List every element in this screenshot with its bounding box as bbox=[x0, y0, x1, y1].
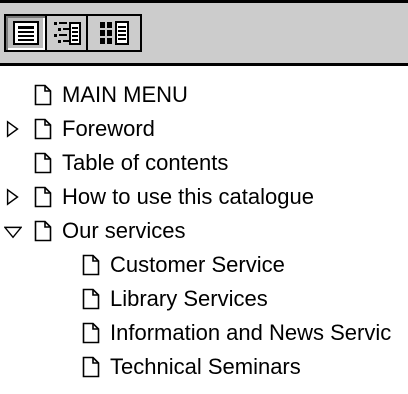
bookmark-item[interactable]: Table of contents bbox=[0, 146, 408, 180]
outline-view-button[interactable] bbox=[47, 16, 88, 50]
bookmark-label[interactable]: MAIN MENU bbox=[62, 82, 188, 108]
document-icon bbox=[82, 356, 100, 378]
collapse-triangle-icon[interactable] bbox=[4, 221, 22, 241]
bookmark-label[interactable]: Customer Service bbox=[110, 252, 285, 278]
view-button-group bbox=[4, 14, 142, 52]
thumbnail-view-button[interactable] bbox=[88, 16, 140, 50]
document-icon bbox=[82, 288, 100, 310]
document-icon bbox=[34, 152, 52, 174]
outline-view-icon bbox=[53, 22, 81, 45]
document-icon bbox=[34, 186, 52, 208]
bookmark-label[interactable]: Table of contents bbox=[62, 150, 228, 176]
single-page-view-button[interactable] bbox=[6, 16, 47, 50]
document-icon bbox=[82, 322, 100, 344]
view-toolbar bbox=[0, 0, 408, 66]
bookmark-item[interactable]: Library Services bbox=[0, 282, 408, 316]
bookmark-label[interactable]: Library Services bbox=[110, 286, 268, 312]
bookmark-label[interactable]: Foreword bbox=[62, 116, 155, 142]
bookmark-item[interactable]: How to use this catalogue bbox=[0, 180, 408, 214]
document-icon bbox=[82, 254, 100, 276]
document-icon bbox=[34, 118, 52, 140]
document-icon bbox=[34, 220, 52, 242]
bookmark-item[interactable]: Customer Service bbox=[0, 248, 408, 282]
bookmark-label[interactable]: Our services bbox=[62, 218, 185, 244]
bookmark-item[interactable]: Our services bbox=[0, 214, 408, 248]
thumbnail-view-icon bbox=[100, 21, 129, 45]
bookmark-item[interactable]: MAIN MENU bbox=[0, 78, 408, 112]
bookmark-label[interactable]: Information and News Servic bbox=[110, 320, 391, 346]
bookmarks-panel: MAIN MENU Foreword Table of contents How to… bbox=[0, 0, 408, 394]
bookmark-item[interactable]: Information and News Servic bbox=[0, 316, 408, 350]
expand-triangle-icon[interactable] bbox=[4, 187, 22, 207]
single-page-view-icon bbox=[12, 21, 39, 45]
bookmark-label[interactable]: How to use this catalogue bbox=[62, 184, 314, 210]
bookmark-label[interactable]: Technical Seminars bbox=[110, 354, 301, 380]
document-icon bbox=[34, 84, 52, 106]
bookmark-item[interactable]: Technical Seminars bbox=[0, 350, 408, 384]
expand-triangle-icon[interactable] bbox=[4, 119, 22, 139]
bookmark-item[interactable]: Foreword bbox=[0, 112, 408, 146]
bookmark-tree: MAIN MENU Foreword Table of contents How to… bbox=[0, 70, 408, 394]
